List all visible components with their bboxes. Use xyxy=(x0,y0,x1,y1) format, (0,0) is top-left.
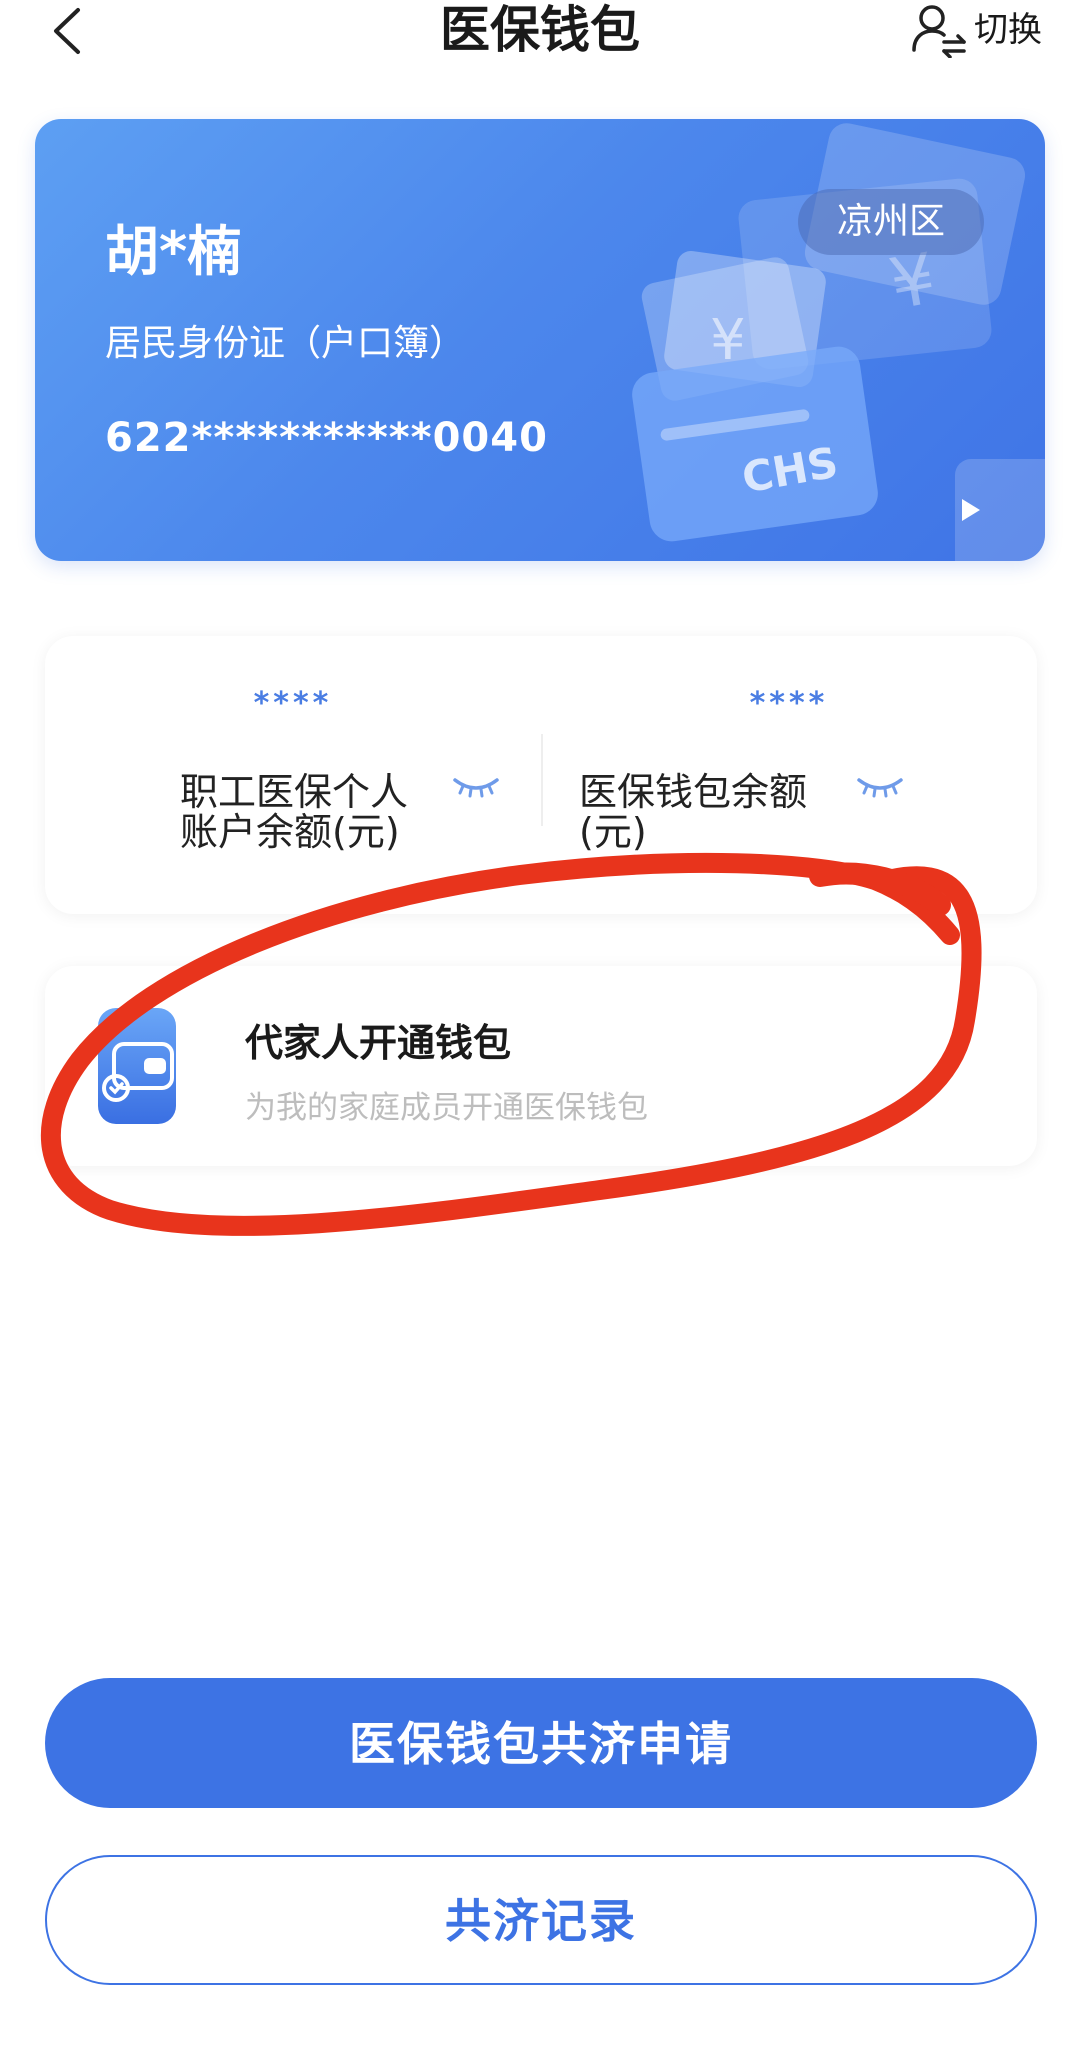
mutual-aid-records-button[interactable]: 共济记录 xyxy=(45,1855,1037,1985)
id-type: 居民身份证（户口簿） xyxy=(105,323,466,364)
balance-label: 医保钱包余额(元) xyxy=(579,770,808,854)
card-number: 622***********0040 xyxy=(105,415,548,461)
region-badge[interactable]: 凉州区 xyxy=(798,189,984,255)
masked-balance: **** xyxy=(253,686,333,721)
cardholder-name: 胡*楠 xyxy=(105,220,242,283)
family-wallet-subtitle: 为我的家庭成员开通医保钱包 xyxy=(245,1090,648,1126)
balance-label: 职工医保个人账户余额(元) xyxy=(180,770,409,854)
insurance-card[interactable]: ¥ ¥ CHS 凉州区 胡*楠 居民身份证（户口簿） 622**********… xyxy=(35,119,1045,561)
employee-account-balance: **** 职工医保个人账户余额(元) xyxy=(45,636,541,914)
wallet-balance: **** 医保钱包余额(元) xyxy=(541,636,1037,914)
eye-closed-icon[interactable] xyxy=(855,774,905,800)
app-header: 医保钱包 切换 xyxy=(0,0,1080,70)
family-wallet-entry[interactable]: 代家人开通钱包 为我的家庭成员开通医保钱包 xyxy=(45,966,1037,1166)
switch-account-button[interactable]: 切换 xyxy=(910,0,1042,60)
user-switch-icon xyxy=(912,5,966,58)
balance-panel: **** 职工医保个人账户余额(元) **** 医保钱包余额(元) xyxy=(45,636,1037,914)
play-icon[interactable] xyxy=(960,497,982,523)
family-wallet-title: 代家人开通钱包 xyxy=(245,1021,512,1065)
eye-closed-icon[interactable] xyxy=(451,774,501,800)
wallet-icon xyxy=(98,1008,176,1124)
masked-balance: **** xyxy=(749,686,829,721)
card-illustration: ¥ ¥ CHS xyxy=(632,123,1045,561)
switch-label: 切换 xyxy=(974,10,1042,50)
mutual-aid-apply-button[interactable]: 医保钱包共济申请 xyxy=(45,1678,1037,1808)
